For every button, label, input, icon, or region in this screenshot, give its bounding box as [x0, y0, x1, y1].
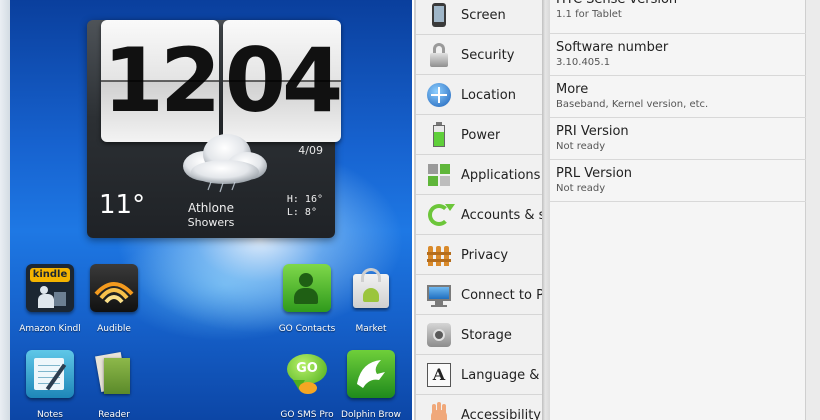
- settings-item-label: Connect to P: [461, 287, 542, 303]
- app-notes[interactable]: Notes: [15, 350, 85, 420]
- dolphin-icon: [347, 350, 395, 398]
- sync-icon: [426, 202, 455, 228]
- fence-icon: [426, 242, 452, 268]
- settings-item-security[interactable]: Security: [416, 36, 542, 75]
- about-row-htc-sense-version[interactable]: HTC Sense version 1.1 for Tablet: [550, 0, 806, 34]
- screen-edge: [0, 0, 10, 420]
- settings-item-label: Applications: [461, 167, 541, 183]
- app-label: Audible: [97, 324, 131, 334]
- dolphin-shape: [357, 360, 385, 388]
- pc-icon: [426, 282, 452, 308]
- about-row-pri-version[interactable]: PRI Version Not ready: [550, 118, 806, 160]
- clock-date: 4/09: [298, 144, 323, 157]
- settings-item-accessibility[interactable]: Accessibility: [416, 396, 542, 420]
- settings-item-label: Storage: [461, 327, 512, 343]
- row-subtitle: Baseband, Kernel version, etc.: [556, 99, 709, 110]
- language-glyph: A: [427, 363, 451, 387]
- pane-divider[interactable]: [542, 0, 550, 420]
- settings-item-label: Accessibility: [461, 407, 541, 420]
- about-row-prl-version[interactable]: PRL Version Not ready: [550, 160, 806, 202]
- kindle-icon: kindle: [26, 264, 74, 312]
- high-temperature: H: 16°: [286, 194, 323, 205]
- about-list: HTC Sense version 1.1 for Tablet Softwar…: [550, 0, 806, 420]
- row-subtitle: 3.10.405.1: [556, 57, 611, 68]
- about-detail-pane: HTC Sense version 1.1 for Tablet Softwar…: [550, 0, 820, 420]
- settings-category-list[interactable]: Screen Security Location Power Applicati…: [414, 0, 542, 420]
- app-label: Reader: [98, 410, 130, 420]
- clock-weather-widget[interactable]: 12 04 4/09 11° Athlone Showers H: 16° L:…: [87, 20, 343, 238]
- battery-icon: [426, 122, 452, 148]
- reader-icon: [90, 350, 138, 398]
- settings-item-label: Location: [461, 87, 516, 103]
- app-dolphin-browser[interactable]: Dolphin Brow: [336, 350, 406, 420]
- cloud-icon: [183, 134, 267, 193]
- sms-icon: GO: [283, 350, 331, 398]
- settings-item-connect-to-pc[interactable]: Connect to P: [416, 276, 542, 315]
- settings-item-storage[interactable]: Storage: [416, 316, 542, 355]
- settings-item-language[interactable]: A Language & i: [416, 356, 542, 395]
- settings-item-label: Security: [461, 47, 515, 63]
- settings-item-privacy[interactable]: Privacy: [416, 236, 542, 275]
- storage-icon: [426, 322, 452, 348]
- row-title: More: [556, 82, 589, 97]
- settings-item-label: Language & i: [461, 367, 542, 383]
- app-label: Dolphin Brow: [341, 410, 401, 420]
- app-reader[interactable]: Reader: [79, 350, 149, 420]
- audible-waves: [94, 282, 134, 304]
- row-title: PRI Version: [556, 124, 629, 139]
- row-subtitle: Not ready: [556, 141, 606, 152]
- settings-item-label: Privacy: [461, 247, 509, 263]
- row-title: PRL Version: [556, 166, 633, 181]
- row-title: HTC Sense version: [556, 0, 806, 8]
- language-icon: A: [426, 362, 452, 388]
- low-temperature: L: 8°: [286, 207, 317, 218]
- screen-icon: [426, 2, 452, 28]
- about-row-software-number[interactable]: Software number 3.10.405.1: [550, 34, 806, 76]
- app-go-contacts[interactable]: GO Contacts: [272, 264, 342, 334]
- settings-item-label: Power: [461, 127, 501, 143]
- app-audible[interactable]: Audible: [79, 264, 149, 334]
- audible-icon: [90, 264, 138, 312]
- kindle-wordmark: kindle: [30, 268, 70, 282]
- home-screen: 12 04 4/09 11° Athlone Showers H: 16° L:…: [10, 0, 412, 420]
- settings-item-applications[interactable]: Applications: [416, 156, 542, 195]
- app-label: GO Contacts: [278, 324, 336, 334]
- contacts-icon: [283, 264, 331, 312]
- app-label: Amazon Kindl: [19, 324, 81, 334]
- about-row-more[interactable]: More Baseband, Kernel version, etc.: [550, 76, 806, 118]
- notes-icon: [26, 350, 74, 398]
- row-subtitle: Not ready: [556, 183, 606, 194]
- location-icon: [426, 82, 452, 108]
- app-market[interactable]: Market: [336, 264, 406, 334]
- app-go-sms-pro[interactable]: GO GO SMS Pro: [272, 350, 342, 420]
- settings-item-power[interactable]: Power: [416, 116, 542, 155]
- row-subtitle: 1.1 for Tablet: [556, 9, 622, 20]
- settings-item-label: Screen: [461, 7, 506, 23]
- settings-item-screen[interactable]: Screen: [416, 0, 542, 35]
- app-label: Market: [355, 324, 387, 334]
- lock-icon: [426, 42, 452, 68]
- settings-item-location[interactable]: Location: [416, 76, 542, 115]
- settings-item-accounts-sync[interactable]: Accounts & s: [416, 196, 542, 235]
- app-amazon-kindle[interactable]: kindle Amazon Kindl: [15, 264, 85, 334]
- app-label: Notes: [37, 410, 63, 420]
- settings-item-label: Accounts & s: [461, 207, 542, 223]
- app-label: GO SMS Pro: [280, 410, 334, 420]
- applications-icon: [426, 162, 452, 188]
- row-title: Software number: [556, 40, 669, 55]
- market-icon: [347, 264, 395, 312]
- hand-icon: [426, 402, 452, 420]
- high-low-temperature: H: 16° L: 8°: [287, 193, 323, 219]
